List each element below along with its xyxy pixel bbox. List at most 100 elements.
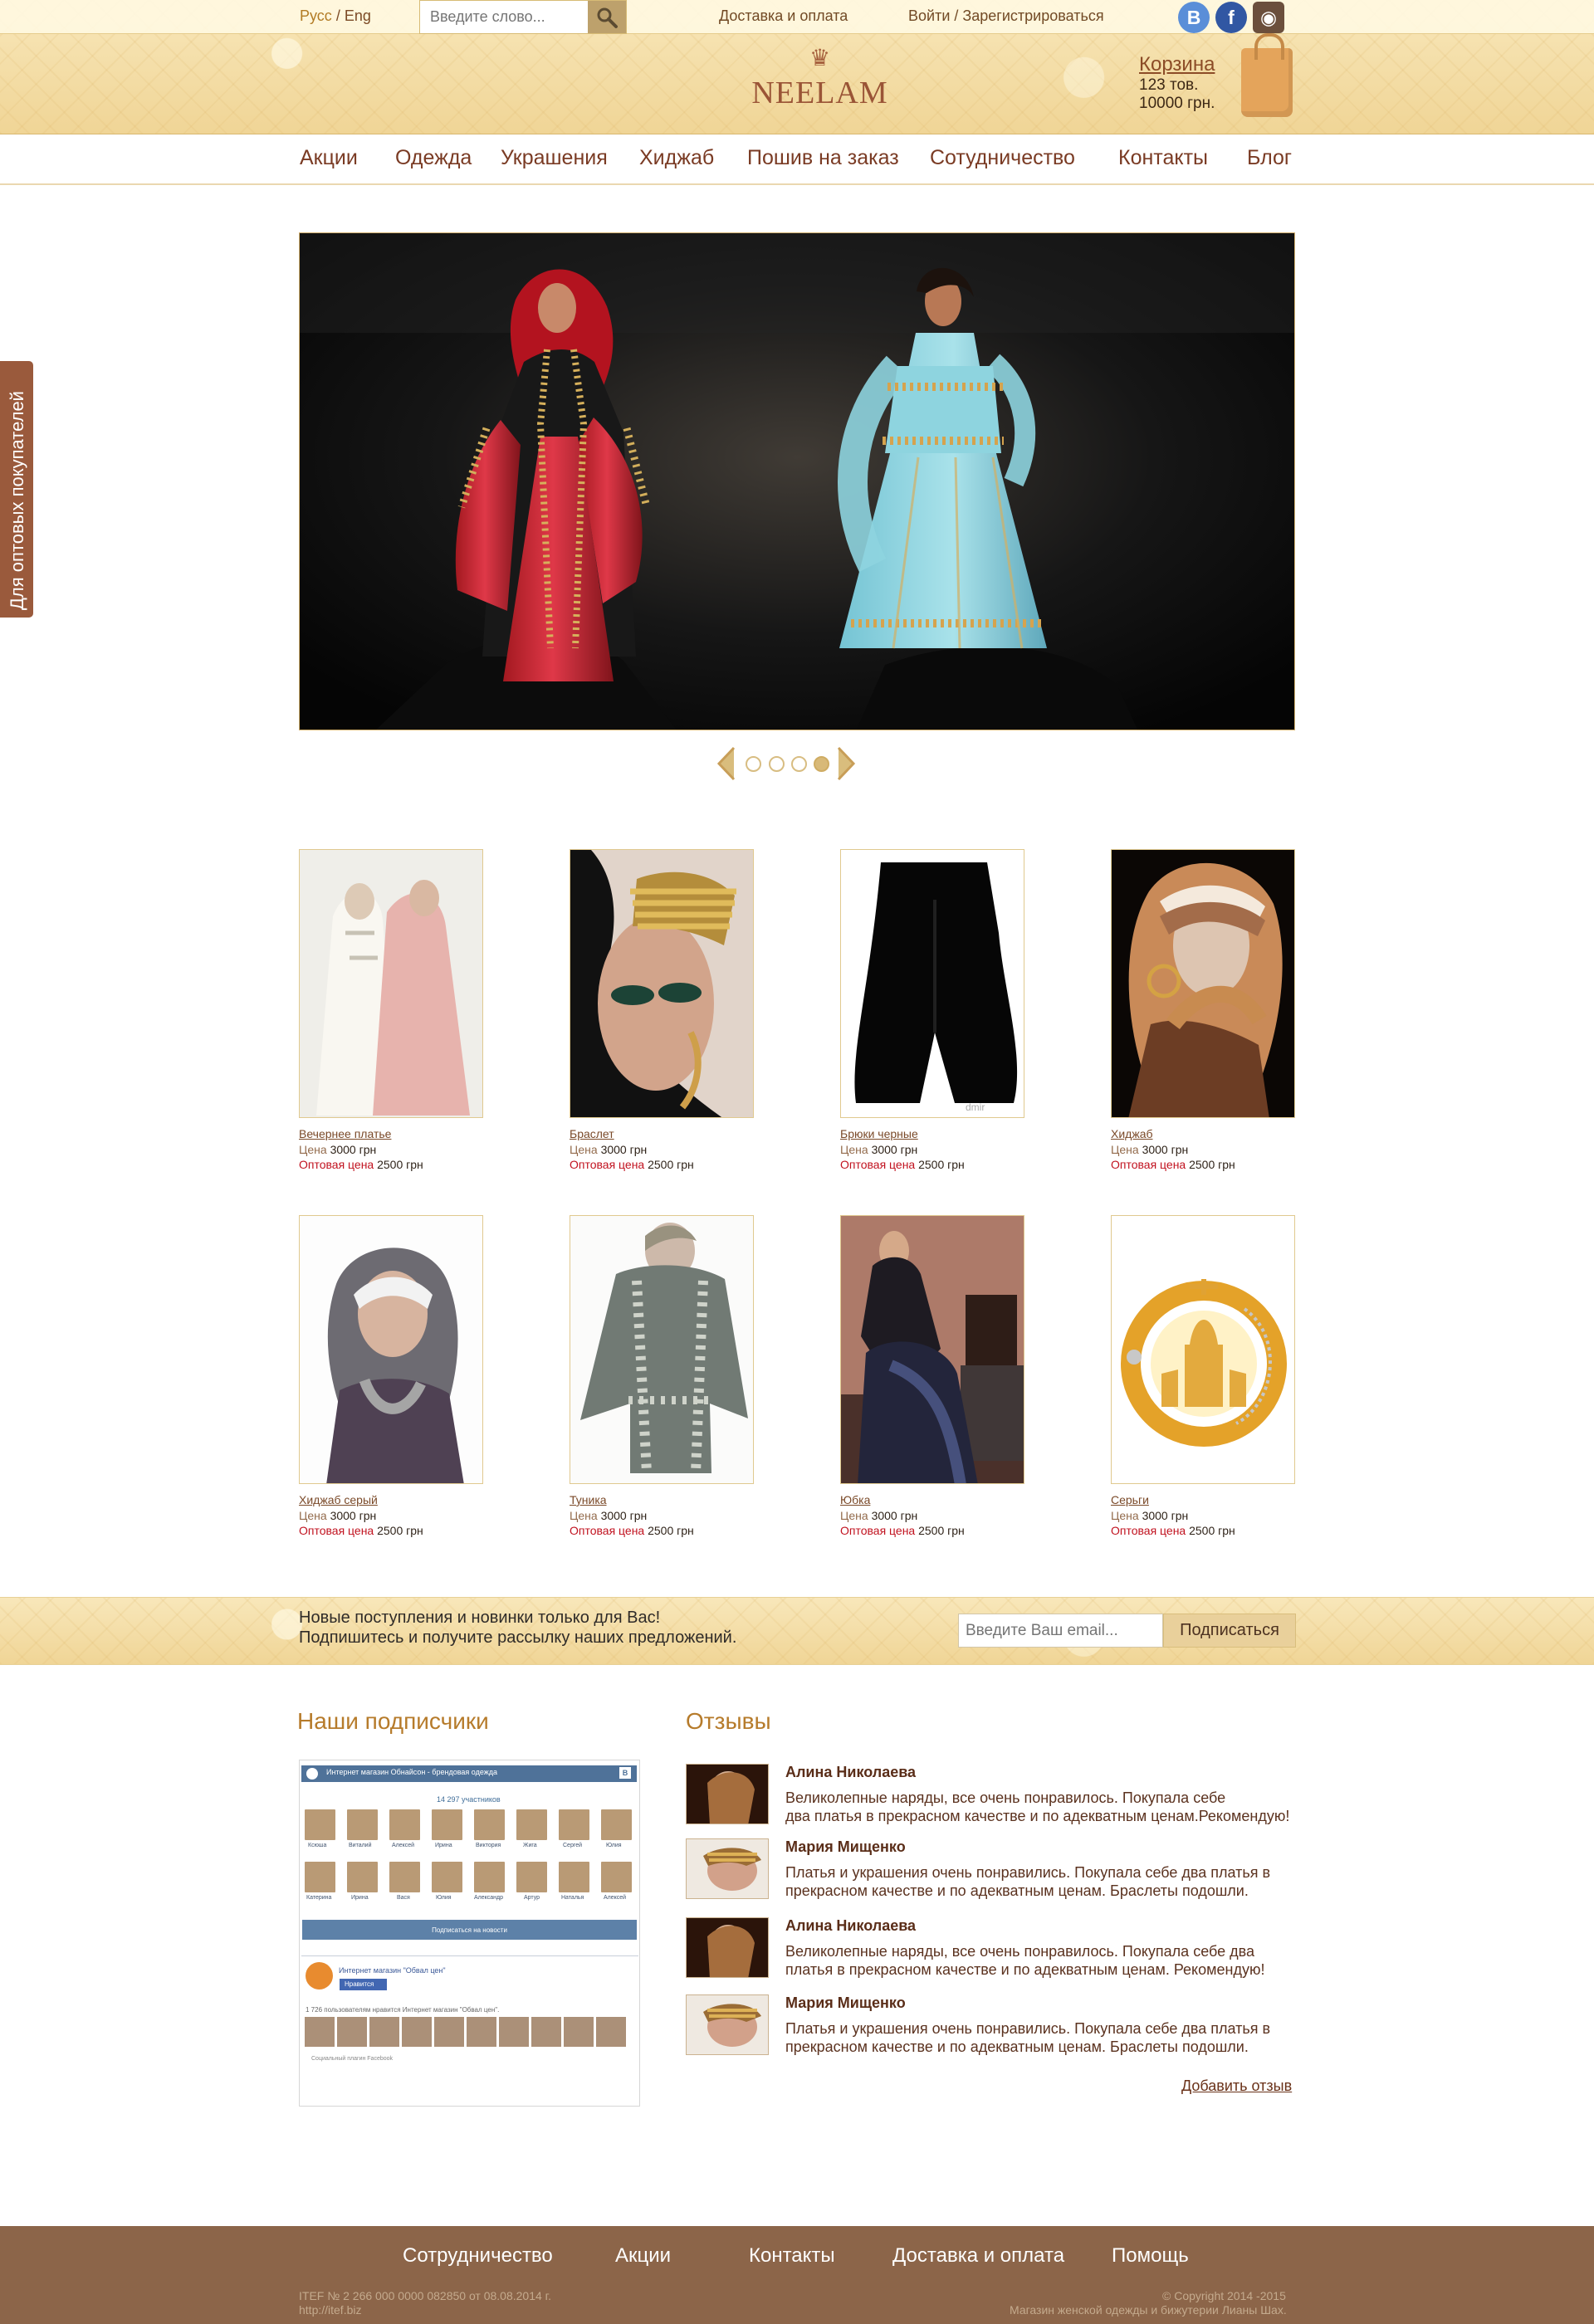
product-wholesale-line: Оптовая цена 2500 грн [840,1158,965,1171]
facebook-page-title[interactable]: Интернет магазин "Обвал цен" [339,1966,446,1975]
product-image[interactable] [1111,849,1295,1118]
newsletter-subscribe-button[interactable]: Подписаться [1163,1614,1296,1648]
facebook-plugin-note: Социальный плагин Facebook [311,2056,394,2062]
footer-link-delivery[interactable]: Доставка и оплата [892,2244,1064,2268]
product-price-line: Цена 3000 грн [840,1143,918,1156]
subscriber-avatar[interactable] [432,1862,462,1892]
facebook-fan-avatar[interactable] [402,2017,432,2047]
review-author: Алина Николаева [785,1764,917,1780]
product-wholesale-line: Оптовая цена 2500 грн [840,1524,965,1537]
subscriber-avatar[interactable] [559,1862,589,1892]
footer-link-sales[interactable]: Акции [615,2244,671,2268]
product-card[interactable]: Вечернее платье Цена 3000 грн Оптовая це… [299,849,483,1185]
product-price-line: Цена 3000 грн [1111,1509,1189,1522]
product-card[interactable]: Хиджаб Цена 3000 грн Оптовая цена 2500 г… [1111,849,1295,1185]
review-text: Платья и украшения очень понравились. По… [785,2020,1271,2055]
product-name[interactable]: Браслет [570,1127,614,1140]
product-name[interactable]: Хиджаб серый [299,1493,378,1506]
product-card[interactable]: Серьги Цена 3000 грн Оптовая цена 2500 г… [1111,1215,1295,1551]
subscriber-name: Катерина [306,1895,332,1901]
review-avatar [686,1917,769,1978]
subscriber-avatar[interactable] [389,1809,420,1840]
footer-itef-link[interactable]: http://itef.biz [299,2303,361,2317]
product-name[interactable]: Серьги [1111,1493,1149,1506]
product-price-line: Цена 3000 грн [570,1143,648,1156]
review-item: Мария Мищенко Платья и украшения очень п… [686,1838,1300,1901]
subscriber-avatar[interactable] [305,1809,335,1840]
footer-link-help[interactable]: Помощь [1112,2244,1189,2268]
vk-member-count: 14 297 участников [437,1795,501,1804]
review-author: Мария Мищенко [785,1994,906,2011]
subscriber-avatar[interactable] [474,1862,505,1892]
subscriber-name: Ксюша [308,1843,327,1848]
review-item: Мария Мищенко Платья и украшения очень п… [686,1994,1300,2057]
subscriber-name: Виктория [476,1843,501,1848]
product-name[interactable]: Туника [570,1493,607,1506]
add-review-link[interactable]: Добавить отзыв [1181,2077,1292,2095]
facebook-fan-avatar[interactable] [369,2017,399,2047]
site-footer [0,2226,1594,2324]
product-card[interactable]: Туника Цена 3000 грн Оптовая цена 2500 г… [570,1215,754,1551]
product-image[interactable] [570,1215,754,1484]
subscriber-avatar[interactable] [516,1809,547,1840]
subscriber-avatar[interactable] [305,1862,335,1892]
product-wholesale-line: Оптовая цена 2500 грн [1111,1158,1235,1171]
subscriber-name: Виталий [349,1843,372,1848]
product-image[interactable] [840,1215,1024,1484]
review-text: Великолепные наряды, все очень понравило… [785,1789,1290,1824]
footer-link-contacts[interactable]: Контакты [749,2244,835,2268]
subscriber-avatar[interactable] [347,1862,378,1892]
vk-widget-title[interactable]: Интернет магазин Обнайсон - брендовая од… [326,1768,497,1776]
review-author: Алина Николаева [785,1917,917,1934]
product-card[interactable]: dmir Брюки черные Цена 3000 грн Оптовая … [840,849,1024,1185]
footer-link-cooperation[interactable]: Сотрудничество [403,2244,553,2268]
product-image[interactable]: dmir [840,849,1024,1118]
facebook-fan-avatar[interactable] [305,2017,335,2047]
product-grid: Вечернее платье Цена 3000 грн Оптовая це… [0,0,1594,1577]
svg-text:dmir: dmir [966,1101,985,1113]
subscriber-avatar[interactable] [601,1809,632,1840]
subscriber-avatar[interactable] [389,1862,420,1892]
product-card[interactable]: Юбка Цена 3000 грн Оптовая цена 2500 грн [840,1215,1024,1551]
facebook-fan-avatar[interactable] [467,2017,496,2047]
facebook-fan-avatar[interactable] [564,2017,594,2047]
product-image[interactable] [1111,1215,1295,1484]
subscriber-avatar[interactable] [516,1862,547,1892]
product-name[interactable]: Вечернее платье [299,1127,391,1140]
product-image[interactable] [570,849,754,1118]
facebook-fan-avatar[interactable] [337,2017,367,2047]
product-card[interactable]: Браслет Цена 3000 грн Оптовая цена 2500 … [570,849,754,1185]
subscriber-name: Артур [524,1895,540,1901]
product-image[interactable] [299,1215,483,1484]
vk-subscribe-button[interactable]: Подписаться на новости [302,1920,637,1940]
reviews-title: Отзывы [686,1708,771,1734]
product-price-line: Цена 3000 грн [299,1143,377,1156]
facebook-like-button[interactable]: Нравится [340,1979,387,1990]
product-image[interactable] [299,849,483,1118]
review-item: Алина Николаева Великолепные наряды, все… [686,1764,1300,1826]
subscriber-avatar[interactable] [347,1809,378,1840]
product-card[interactable]: Хиджаб серый Цена 3000 грн Оптовая цена … [299,1215,483,1551]
subscriber-name: Ирина [351,1895,369,1901]
review-avatar [686,1838,769,1899]
footer-itef-number: ITEF № 2 266 000 0000 082850 от 08.08.20… [299,2289,551,2302]
subscriber-avatar[interactable] [601,1862,632,1892]
product-name[interactable]: Брюки черные [840,1127,918,1140]
facebook-fan-avatar[interactable] [499,2017,529,2047]
review-author: Мария Мищенко [785,1838,906,1855]
footer-copyright: © Copyright 2014 -2015 [1162,2289,1286,2302]
product-wholesale-line: Оптовая цена 2500 грн [570,1158,694,1171]
facebook-page-avatar [306,1962,333,1990]
facebook-fan-avatar[interactable] [596,2017,626,2047]
product-name[interactable]: Юбка [840,1493,870,1506]
product-name[interactable]: Хиджаб [1111,1127,1153,1140]
subscriber-name: Александр [474,1895,504,1901]
subscriber-avatar[interactable] [559,1809,589,1840]
subscriber-avatar[interactable] [474,1809,505,1840]
facebook-fan-avatar[interactable] [531,2017,561,2047]
review-avatar [686,1764,769,1824]
facebook-fan-avatar[interactable] [434,2017,464,2047]
subscriber-avatar[interactable] [432,1809,462,1840]
product-wholesale-line: Оптовая цена 2500 грн [1111,1524,1235,1537]
newsletter-email-input[interactable] [959,1614,1162,1647]
